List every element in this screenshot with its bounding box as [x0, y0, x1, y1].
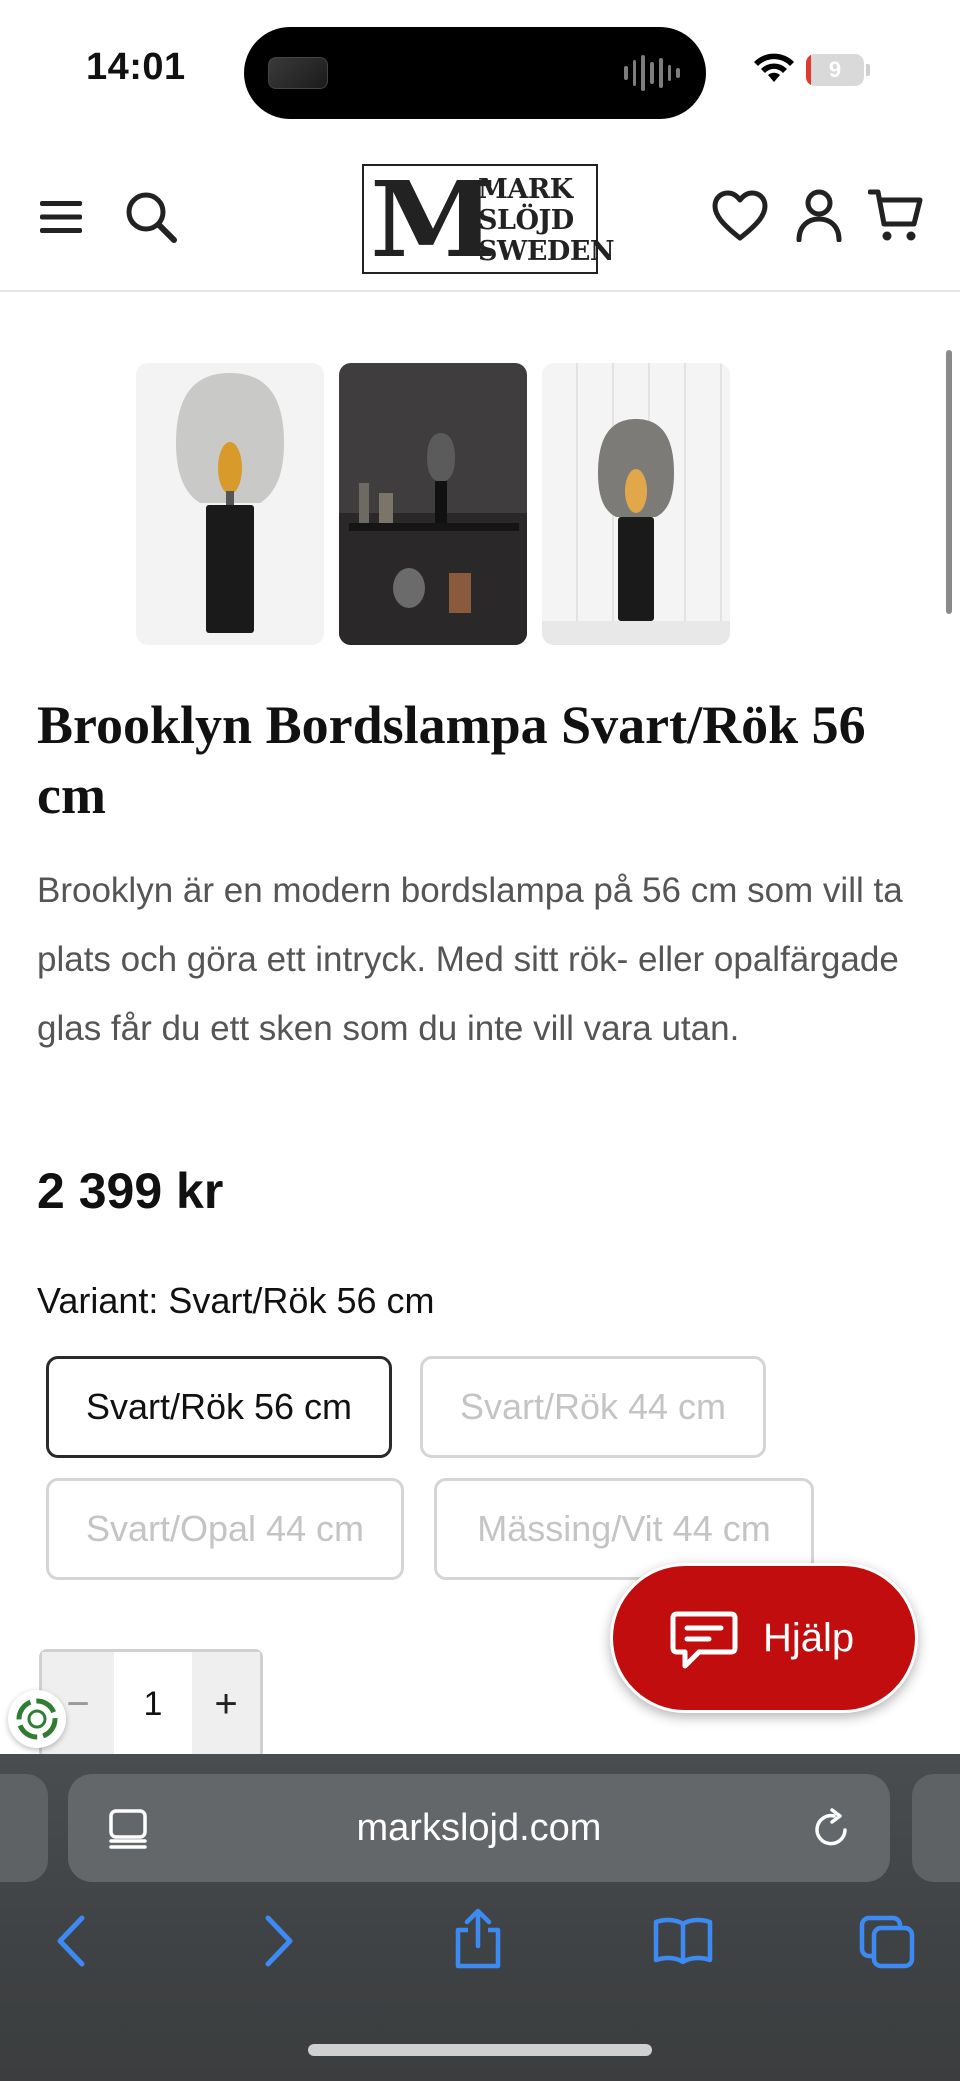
quantity-stepper: − 1 + [39, 1649, 263, 1759]
status-time: 14:01 [86, 46, 186, 88]
logo-line-slojd: SLÖJD [478, 205, 574, 236]
scroll-indicator[interactable] [946, 350, 952, 614]
product-title: Brooklyn Bordslampa Svart/Rök 56 cm [37, 695, 866, 825]
help-chat-button[interactable]: Hjälp [610, 1563, 918, 1713]
recycle-badge-icon[interactable] [8, 1690, 66, 1748]
logo-line-mark: MARK [478, 174, 573, 205]
now-playing-thumbnail [268, 57, 328, 89]
menu-icon[interactable] [40, 200, 82, 234]
logo-line-sweden: SWEDEN [478, 236, 615, 267]
heart-icon[interactable] [712, 190, 768, 242]
quantity-increase-button[interactable]: + [192, 1652, 260, 1756]
product-thumbnail-3[interactable] [542, 363, 730, 645]
address-bar[interactable]: markslojd.com [68, 1774, 890, 1882]
product-description: Brooklyn är en modern bordslampa på 56 c… [37, 871, 903, 1048]
dynamic-island [244, 27, 706, 119]
product-thumbnail-2[interactable] [339, 363, 527, 645]
site-header: M MARK SLÖJD SWEDEN [0, 140, 960, 292]
wifi-icon [754, 53, 794, 82]
home-indicator[interactable] [308, 2044, 652, 2056]
forward-icon[interactable] [262, 1914, 296, 1968]
battery-icon: 9 [806, 54, 870, 86]
help-button-label: Hjälp [763, 1616, 855, 1660]
back-icon[interactable] [54, 1914, 88, 1968]
tabs-icon[interactable] [858, 1914, 916, 1970]
search-icon[interactable] [124, 190, 178, 244]
reload-icon[interactable] [812, 1808, 852, 1850]
share-icon[interactable] [452, 1908, 504, 1970]
logo-letter: M [370, 158, 497, 281]
status-bar: 14:01 9 [0, 0, 960, 140]
bookmarks-icon[interactable] [652, 1916, 714, 1964]
markslojd-logo[interactable]: M MARK SLÖJD SWEDEN [362, 158, 615, 281]
chat-message-icon [670, 1611, 738, 1669]
previous-tab-preview[interactable] [0, 1774, 48, 1882]
variant-label: Variant: Svart/Rök 56 cm [37, 1280, 435, 1321]
variant-option-svart-rok-44[interactable]: Svart/Rök 44 cm [420, 1356, 766, 1458]
browser-toolbar: markslojd.com [0, 1754, 960, 2081]
account-icon[interactable] [796, 188, 842, 242]
audio-waveform-icon [624, 55, 681, 91]
logo-wordmark: MARK SLÖJD SWEDEN [478, 174, 615, 267]
product-price: 2 399 kr [37, 1163, 224, 1219]
variant-option-svart-rok-56[interactable]: Svart/Rök 56 cm [46, 1356, 392, 1458]
variant-option-svart-opal-44[interactable]: Svart/Opal 44 cm [46, 1478, 404, 1580]
battery-level: 9 [828, 57, 842, 82]
url-text: markslojd.com [356, 1807, 602, 1849]
cart-icon[interactable] [868, 188, 924, 244]
next-tab-preview[interactable] [912, 1774, 960, 1882]
quantity-value[interactable]: 1 [114, 1652, 192, 1756]
product-thumbnail-1[interactable] [136, 363, 324, 645]
